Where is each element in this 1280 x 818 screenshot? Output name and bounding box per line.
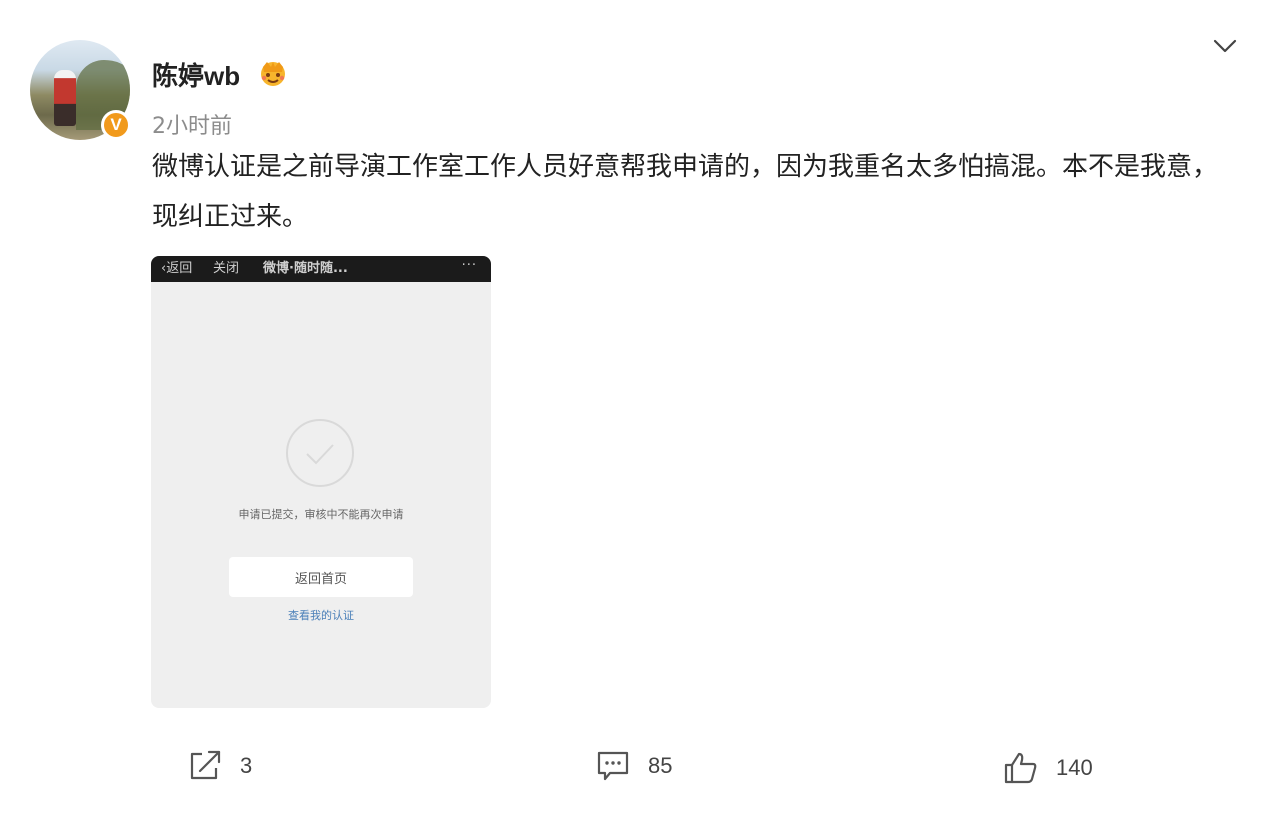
repost-count: 3 bbox=[240, 753, 253, 778]
post-image[interactable]: ‹返回 关闭 微博·随时随... ··· 申请已提交，审核中不能再次申请 返回首… bbox=[151, 256, 491, 708]
member-vip-icon[interactable] bbox=[258, 58, 288, 88]
screenshot-view-link: 查看我的认证 bbox=[288, 609, 354, 622]
screenshot-home-button: 返回首页 bbox=[229, 557, 413, 597]
chevron-down-icon[interactable] bbox=[1210, 36, 1240, 56]
thumbs-up-icon bbox=[1004, 752, 1037, 784]
username[interactable]: 陈婷wb bbox=[152, 56, 240, 93]
screenshot-message: 申请已提交，审核中不能再次申请 bbox=[238, 508, 404, 521]
screenshot-back-label: ‹返回 bbox=[161, 261, 193, 276]
post-time: 2小时前 bbox=[152, 114, 232, 139]
screenshot-close-label: 关闭 bbox=[213, 261, 240, 276]
comment-count: 85 bbox=[648, 753, 673, 778]
repost-button[interactable]: 3 bbox=[188, 750, 252, 782]
screenshot-title: 微博·随时随... bbox=[263, 261, 348, 276]
comment-icon bbox=[597, 751, 629, 781]
like-button[interactable]: 140 bbox=[1004, 751, 1093, 785]
screenshot-more-icon: ··· bbox=[461, 258, 477, 273]
avatar-figure bbox=[54, 70, 76, 126]
screenshot-topbar: ‹返回 关闭 微博·随时随... ··· bbox=[151, 256, 491, 282]
repost-icon bbox=[190, 750, 221, 780]
verified-badge-icon: V bbox=[101, 110, 131, 140]
like-count: 140 bbox=[1056, 755, 1093, 780]
post-text: 微博认证是之前导演工作室工作人员好意帮我申请的，因为我重名太多怕搞混。本不是我意… bbox=[152, 152, 1219, 232]
comment-button[interactable]: 85 bbox=[596, 750, 672, 782]
check-circle-icon bbox=[286, 419, 354, 487]
